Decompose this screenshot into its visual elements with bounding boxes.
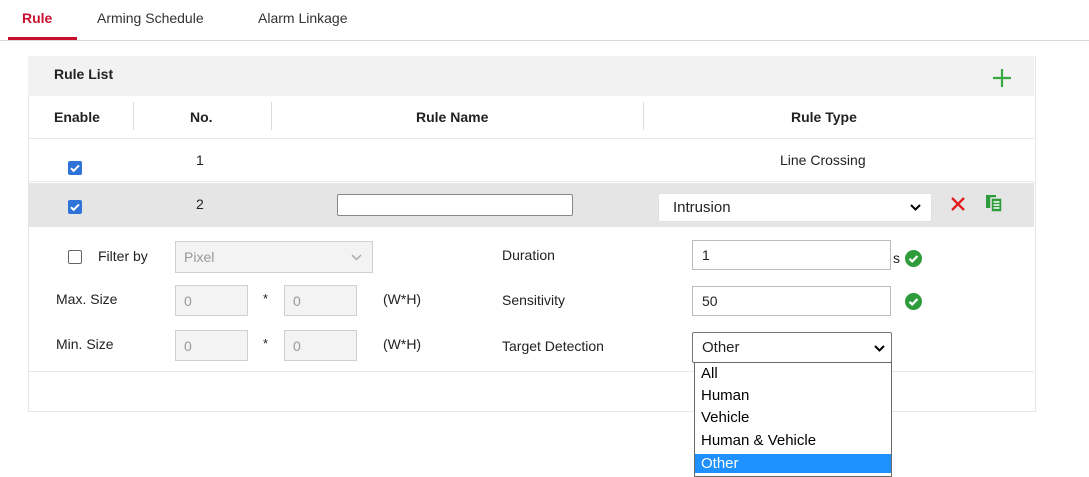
rule-list-title: Rule List	[54, 66, 114, 82]
filter-by-value: Pixel	[184, 249, 215, 265]
column-header-rule-type: Rule Type	[791, 109, 857, 125]
dropdown-option-other[interactable]: Other	[695, 454, 891, 473]
duration-label: Duration	[502, 247, 555, 263]
wh-unit-label: (W*H)	[383, 291, 422, 307]
rule-1-number: 1	[196, 152, 204, 168]
min-size-label: Min. Size	[56, 336, 114, 352]
dropdown-option-all[interactable]: All	[695, 364, 891, 383]
dropdown-option-human-vehicle[interactable]: Human & Vehicle	[695, 431, 891, 450]
rule-type-value: Intrusion	[673, 199, 731, 216]
times-sign: *	[263, 291, 269, 306]
sensitivity-input[interactable]: 50	[692, 286, 891, 316]
tab-rule[interactable]: Rule	[22, 10, 52, 26]
active-tab-indicator	[8, 37, 77, 40]
column-divider	[643, 102, 644, 130]
column-divider	[271, 102, 272, 130]
row-divider	[28, 181, 1034, 182]
duration-unit: s	[893, 250, 900, 266]
rule-name-input[interactable]	[337, 194, 573, 216]
wh-unit-label: (W*H)	[383, 336, 422, 352]
tab-arming-schedule[interactable]: Arming Schedule	[97, 10, 204, 26]
dropdown-option-human[interactable]: Human	[695, 386, 891, 405]
copy-icon[interactable]	[984, 193, 1004, 213]
header-divider	[28, 138, 1034, 139]
duration-input[interactable]: 1	[692, 240, 891, 270]
max-size-width-input[interactable]: 0	[175, 285, 248, 316]
filter-by-checkbox[interactable]	[68, 250, 82, 264]
min-size-width-input[interactable]: 0	[175, 330, 248, 361]
sensitivity-label: Sensitivity	[502, 292, 566, 308]
tab-alarm-linkage[interactable]: Alarm Linkage	[258, 10, 348, 26]
rule-2-number: 2	[196, 196, 204, 212]
rule-1-type: Line Crossing	[780, 152, 866, 168]
plus-icon[interactable]	[990, 66, 1014, 90]
filter-by-select[interactable]: Pixel	[175, 241, 373, 273]
max-size-label: Max. Size	[56, 291, 118, 307]
target-detection-select[interactable]: Other	[692, 332, 892, 363]
target-detection-label: Target Detection	[502, 338, 604, 354]
dropdown-option-vehicle[interactable]: Vehicle	[695, 408, 891, 427]
rule-list-header	[28, 56, 1034, 96]
chevron-down-icon	[910, 194, 921, 230]
rule-2-enable-checkbox[interactable]	[68, 200, 82, 214]
column-header-rule-name: Rule Name	[416, 109, 489, 125]
target-detection-value: Other	[702, 339, 740, 356]
filter-by-label: Filter by	[98, 248, 148, 264]
column-divider	[133, 102, 134, 130]
min-size-height-input[interactable]: 0	[284, 330, 357, 361]
delete-icon[interactable]	[950, 196, 966, 212]
column-header-no: No.	[190, 109, 213, 125]
max-size-height-input[interactable]: 0	[284, 285, 357, 316]
rule-type-select[interactable]: Intrusion	[658, 193, 932, 222]
check-circle-icon	[905, 293, 922, 310]
target-detection-dropdown: All Human Vehicle Human & Vehicle Other	[694, 362, 892, 477]
times-sign: *	[263, 336, 269, 351]
chevron-down-icon	[351, 242, 362, 282]
column-header-enable: Enable	[54, 109, 100, 125]
check-circle-icon	[905, 250, 922, 267]
rule-1-enable-checkbox[interactable]	[68, 161, 82, 175]
